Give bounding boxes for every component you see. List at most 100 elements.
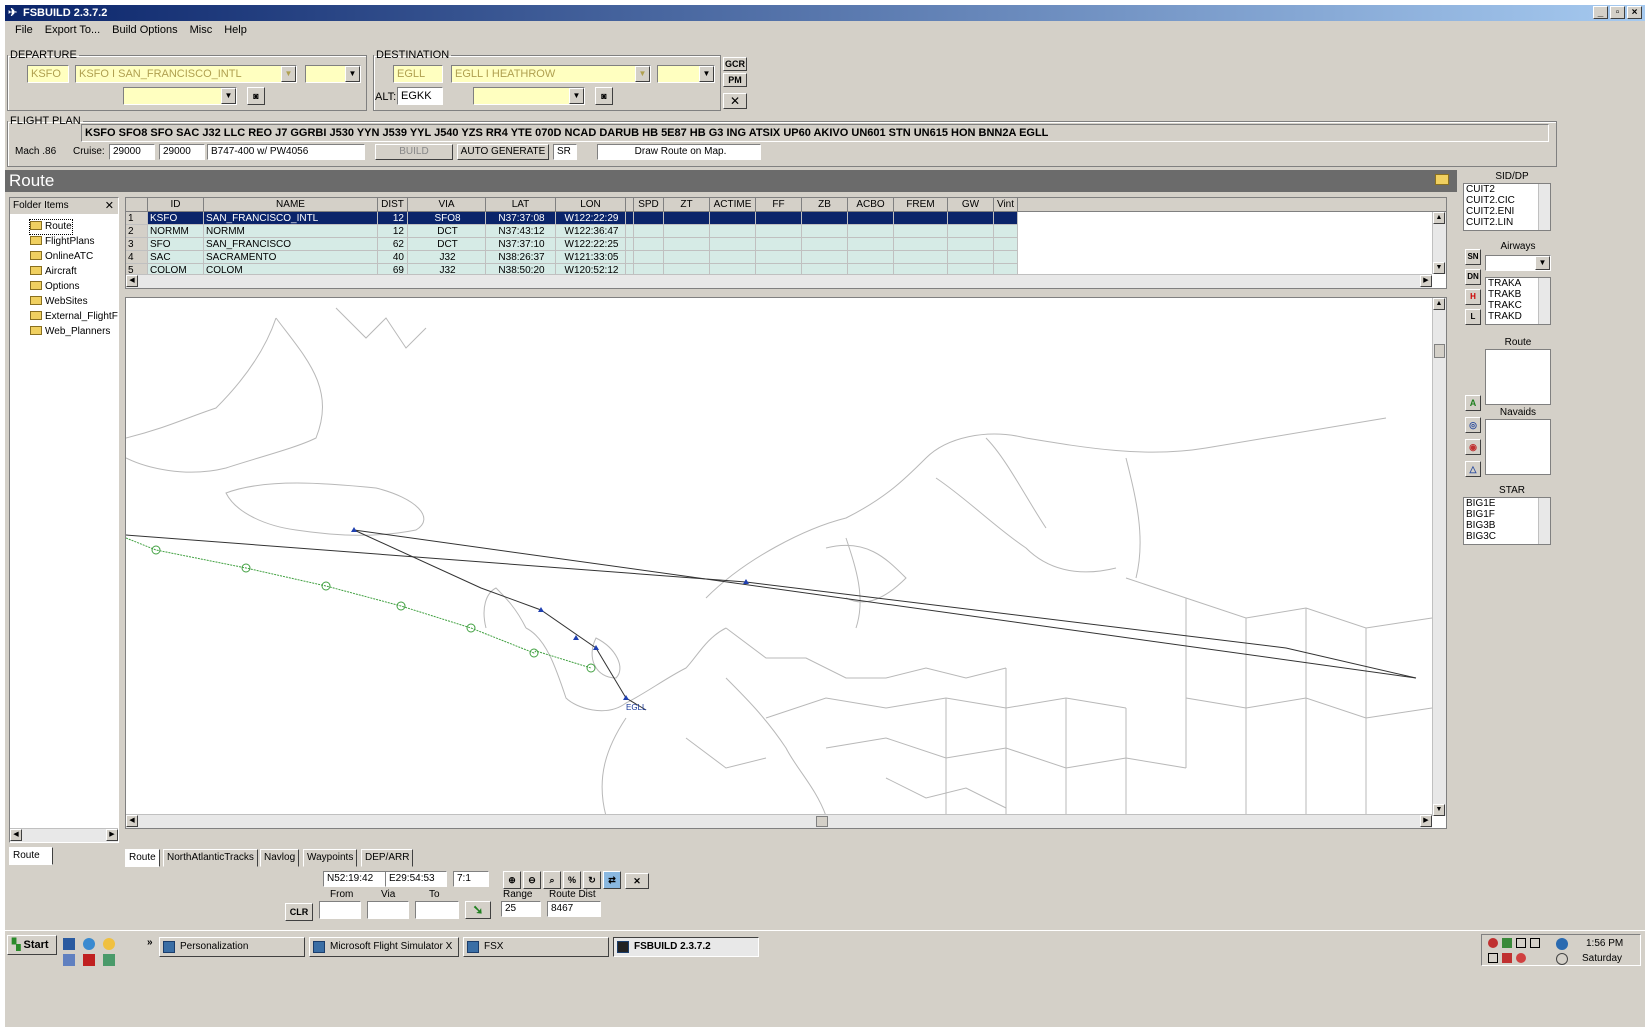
scroll-up-icon[interactable]: ▲ bbox=[1433, 212, 1445, 224]
zoom-100-icon[interactable]: % bbox=[563, 871, 581, 889]
table-cell-n[interactable]: 3 bbox=[126, 238, 148, 251]
map-hscrollbar[interactable]: ◀ ▶ bbox=[126, 814, 1432, 828]
table-cell-id[interactable]: NORMM bbox=[148, 225, 204, 238]
ndb-icon[interactable]: ◉ bbox=[1465, 439, 1481, 455]
chevron-down-icon[interactable]: ▼ bbox=[635, 66, 650, 82]
table-cell-lat[interactable]: N37:37:10 bbox=[486, 238, 556, 251]
map-vscroll-thumb[interactable] bbox=[1434, 344, 1445, 358]
range-field[interactable]: 25 bbox=[501, 901, 541, 917]
table-cell-empty[interactable] bbox=[664, 225, 710, 238]
h-button[interactable]: H bbox=[1465, 289, 1481, 305]
fix-icon[interactable]: △ bbox=[1465, 461, 1481, 477]
table-cell-empty[interactable] bbox=[626, 251, 634, 264]
col-header-zt[interactable]: ZT bbox=[664, 198, 710, 212]
table-cell-n[interactable]: 1 bbox=[126, 212, 148, 225]
route-string-field[interactable]: KSFO SFO8 SFO SAC J32 LLC REO J7 GGRBI J… bbox=[81, 124, 1549, 142]
scroll-up-icon[interactable]: ▲ bbox=[1433, 298, 1445, 310]
taskbar-item-fsx[interactable]: FSX bbox=[463, 937, 609, 957]
table-cell-empty[interactable] bbox=[634, 225, 664, 238]
to-field[interactable] bbox=[415, 901, 459, 919]
taskbar-item-personalization[interactable]: Personalization bbox=[159, 937, 305, 957]
table-cell-empty[interactable] bbox=[994, 225, 1018, 238]
chevron-down-icon[interactable]: ▼ bbox=[281, 66, 296, 82]
cruise-altitude-1[interactable]: 29000 bbox=[109, 144, 155, 160]
col-header-actime[interactable]: ACTIME bbox=[710, 198, 756, 212]
col-header-lat[interactable]: LAT bbox=[486, 198, 556, 212]
clock-time[interactable]: 1:56 PM bbox=[1586, 938, 1623, 949]
table-cell-dist[interactable]: 12 bbox=[378, 225, 408, 238]
table-cell-empty[interactable] bbox=[756, 212, 802, 225]
table-cell-empty[interactable] bbox=[894, 238, 948, 251]
tab-route[interactable]: Route bbox=[125, 849, 160, 867]
chevron-down-icon[interactable]: ▼ bbox=[221, 88, 236, 104]
chevron-down-icon[interactable]: ▼ bbox=[1535, 256, 1550, 270]
scroll-right-icon[interactable]: ▶ bbox=[1420, 815, 1432, 827]
table-cell-empty[interactable] bbox=[626, 225, 634, 238]
menu-misc[interactable]: Misc bbox=[184, 22, 219, 40]
table-cell-empty[interactable] bbox=[948, 238, 994, 251]
map-hscroll-thumb[interactable] bbox=[816, 816, 828, 827]
table-cell-empty[interactable] bbox=[634, 238, 664, 251]
table-cell-id[interactable]: KSFO bbox=[148, 212, 204, 225]
taskbar-item-fsbuild[interactable]: FSBUILD 2.3.7.2 bbox=[613, 937, 759, 957]
via-field[interactable] bbox=[367, 901, 409, 919]
airways-select[interactable]: ▼ bbox=[1485, 255, 1551, 271]
table-cell-empty[interactable] bbox=[710, 212, 756, 225]
folder-icon[interactable] bbox=[1435, 174, 1449, 185]
sr-field[interactable]: SR bbox=[553, 144, 577, 160]
tab-dep-arr[interactable]: DEP/ARR bbox=[361, 849, 414, 867]
volume-icon[interactable] bbox=[1502, 953, 1512, 963]
tray-icon[interactable] bbox=[1516, 953, 1526, 963]
tree-hscrollbar[interactable]: ◀ ▶ bbox=[10, 828, 118, 842]
table-cell-empty[interactable] bbox=[664, 238, 710, 251]
star-scrollbar[interactable] bbox=[1538, 498, 1550, 544]
table-cell-empty[interactable] bbox=[626, 238, 634, 251]
go-arrow-icon[interactable]: ➘ bbox=[465, 901, 491, 919]
zoom-window-icon[interactable]: ⌕ bbox=[543, 871, 561, 889]
close-button[interactable]: × bbox=[1627, 6, 1642, 19]
table-cell-empty[interactable] bbox=[802, 251, 848, 264]
table-cell-empty[interactable] bbox=[848, 225, 894, 238]
table-cell-empty[interactable] bbox=[948, 225, 994, 238]
minimize-button[interactable]: _ bbox=[1593, 6, 1608, 19]
tree-item-websites[interactable]: WebSites bbox=[30, 295, 88, 309]
map-vscrollbar[interactable]: ▲ ▼ bbox=[1432, 298, 1446, 816]
tray-icon[interactable] bbox=[1556, 953, 1568, 965]
sn-button[interactable]: SN bbox=[1465, 249, 1481, 265]
dn-button[interactable]: DN bbox=[1465, 269, 1481, 285]
tree-item-aircraft[interactable]: Aircraft bbox=[30, 265, 77, 279]
table-cell-empty[interactable] bbox=[710, 251, 756, 264]
col-header-gw[interactable]: GW bbox=[948, 198, 994, 212]
col-header-zb[interactable]: ZB bbox=[802, 198, 848, 212]
tray-icon[interactable] bbox=[1488, 938, 1498, 948]
table-cell-via[interactable]: SFO8 bbox=[408, 212, 486, 225]
departure-airport-select[interactable]: KSFO I SAN_FRANCISCO_INTL ▼ bbox=[75, 65, 297, 83]
col-header-name[interactable]: NAME bbox=[204, 198, 378, 212]
table-cell-via[interactable]: J32 bbox=[408, 251, 486, 264]
menu-build-options[interactable]: Build Options bbox=[106, 22, 183, 40]
network-icon[interactable] bbox=[1556, 938, 1568, 950]
table-cell-empty[interactable] bbox=[710, 238, 756, 251]
scroll-down-icon[interactable]: ▼ bbox=[1433, 804, 1445, 816]
col-header-dist[interactable]: DIST bbox=[378, 198, 408, 212]
col-header-spd[interactable]: SPD bbox=[634, 198, 664, 212]
table-cell-empty[interactable] bbox=[756, 251, 802, 264]
table-cell-empty[interactable] bbox=[756, 238, 802, 251]
messenger-icon[interactable] bbox=[103, 938, 115, 950]
col-header-acbo[interactable]: ACBO bbox=[848, 198, 894, 212]
table-cell-empty[interactable] bbox=[994, 251, 1018, 264]
table-cell-empty[interactable] bbox=[848, 238, 894, 251]
table-cell-empty[interactable] bbox=[994, 212, 1018, 225]
destination-search-button[interactable]: ◙ bbox=[595, 87, 613, 105]
tree-item-webplanners[interactable]: Web_Planners bbox=[30, 325, 110, 339]
scroll-left-icon[interactable]: ◀ bbox=[126, 275, 138, 287]
col-header-frem[interactable]: FREM bbox=[894, 198, 948, 212]
tracks-list[interactable]: TRAKA TRAKB TRAKC TRAKD bbox=[1485, 277, 1551, 325]
draw-route-button[interactable]: Draw Route on Map. bbox=[597, 144, 761, 160]
chevron-down-icon[interactable]: ▼ bbox=[569, 88, 584, 104]
destination-alt-field[interactable]: EGKK bbox=[397, 87, 443, 105]
scroll-right-icon[interactable]: ▶ bbox=[1420, 275, 1432, 287]
scroll-down-icon[interactable]: ▼ bbox=[1433, 262, 1445, 274]
col-header-via[interactable]: VIA bbox=[408, 198, 486, 212]
tray-icon[interactable] bbox=[1488, 953, 1498, 963]
